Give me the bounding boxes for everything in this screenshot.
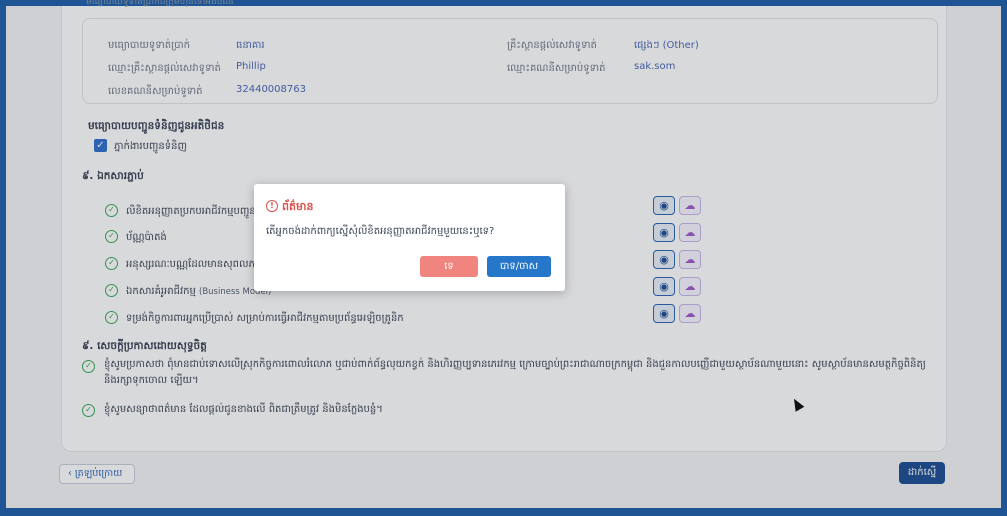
yes-button[interactable]: បាទ/ចាស (487, 256, 551, 277)
confirmation-dialog: ! ព័ត៌មាន តើអ្នកចង់ដាក់ពាក្យស្នើសុំលិខិត… (254, 184, 565, 291)
info-icon: ! (266, 200, 278, 212)
dialog-title: ព័ត៌មាន (282, 200, 314, 213)
no-button[interactable]: ទេ (420, 256, 478, 277)
dialog-message: តើអ្នកចង់ដាក់ពាក្យស្នើសុំលិខិតអនុញ្ញាតអា… (266, 226, 495, 237)
